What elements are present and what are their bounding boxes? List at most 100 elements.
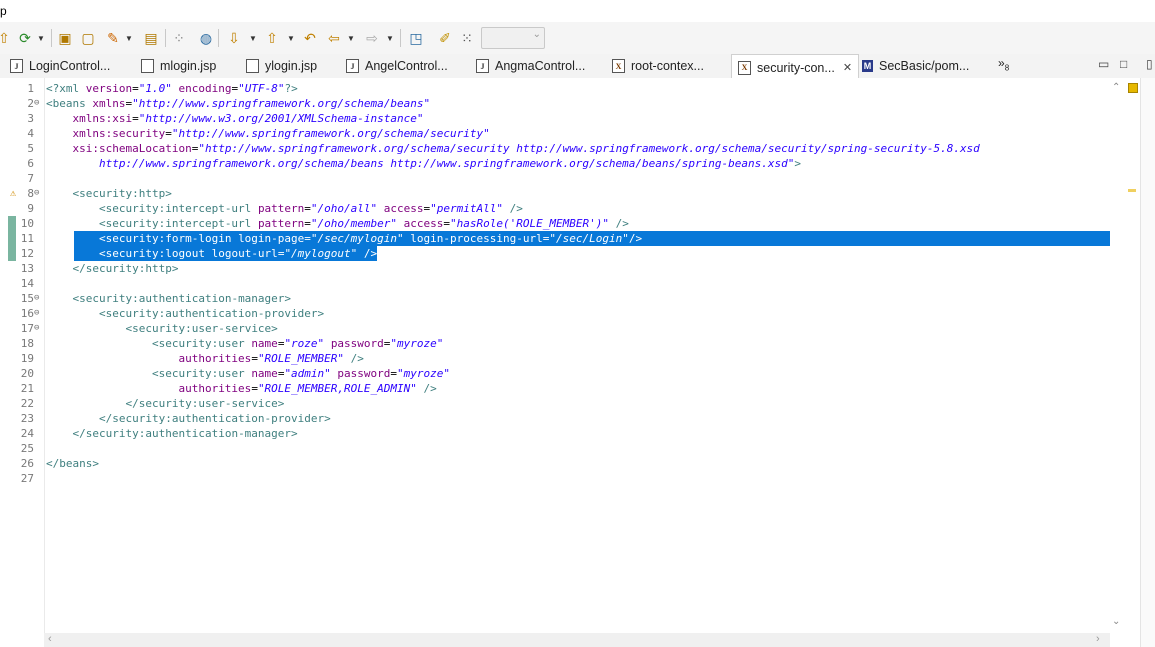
tab-security-context[interactable]: X security-con... ✕ — [731, 54, 860, 80]
last-edit-location-icon[interactable]: ↶ — [300, 28, 320, 48]
code-line[interactable]: 16 ⊖ <security:authentication-provider> — [0, 306, 1110, 321]
code-line[interactable]: 19 authorities="ROLE_MEMBER" /> — [0, 351, 1110, 366]
code-text: </security:authentication-provider> — [46, 411, 331, 426]
previous-annotation-dropdown-icon[interactable]: ▼ — [286, 28, 296, 48]
code-line[interactable]: 5 xsi:schemaLocation="http://www.springf… — [0, 141, 1110, 156]
code-line[interactable]: 10 <security:intercept-url pattern="/oho… — [0, 216, 1110, 231]
tab-mlogin-jsp[interactable]: mlogin.jsp — [141, 54, 216, 78]
token-attr: xmlns — [92, 97, 126, 110]
token-tag: <security:intercept-url — [98, 217, 258, 230]
code-line[interactable]: 12 <security:logout logout-url="/mylogou… — [0, 246, 1110, 261]
token-attr: xsi:schemaLocation — [72, 142, 192, 155]
maximize-icon[interactable]: □ — [1120, 57, 1127, 71]
tab-root-context[interactable]: X root-contex... — [612, 54, 704, 78]
code-line[interactable]: 20 <security:user name="admin" password=… — [0, 366, 1110, 381]
tab-angelcontroller[interactable]: J AngelControl... — [346, 54, 448, 78]
code-line[interactable]: 24 </security:authentication-manager> — [0, 426, 1110, 441]
tab-ylogin-jsp[interactable]: ylogin.jsp — [246, 54, 317, 78]
next-annotation-dropdown-icon[interactable]: ▼ — [248, 28, 258, 48]
token-tag: /> — [509, 202, 523, 215]
tab-angmacontroller[interactable]: J AngmaControl... — [476, 54, 585, 78]
pen-tool-icon[interactable]: ✐ — [437, 28, 453, 48]
grid-icon[interactable]: ⁙ — [459, 28, 475, 48]
next-annotation-icon[interactable]: ⇩ — [226, 28, 242, 48]
run-tool-dropdown-icon[interactable]: ▼ — [124, 28, 134, 48]
code-line[interactable]: ⚠ 8 ⊖ <security:http> — [0, 186, 1110, 201]
scroll-left-icon[interactable]: ‹ — [48, 633, 52, 645]
vertical-scrollbar[interactable]: ⌃ ⌄ — [1110, 78, 1125, 633]
token-attr: logout-url — [211, 247, 278, 260]
tab-label: root-contex... — [631, 59, 704, 73]
overflow-count: 8 — [1004, 63, 1010, 73]
perspective-combo[interactable]: ⌄ — [481, 27, 545, 49]
forward-dropdown-icon[interactable]: ▼ — [385, 28, 395, 48]
code-line[interactable]: 7 — [0, 171, 1110, 186]
code-line[interactable]: 15 ⊖ <security:authentication-manager> — [0, 291, 1110, 306]
main-toolbar: ⇧ ⟳ ▼ ▣ ▢ ✎ ▼ ▤ ⁘ ◍ ⇩ ▼ ⇧ ▼ ↶ ⇦ ▼ ⇨ ▼ ◳ … — [0, 22, 1155, 54]
warning-marker[interactable] — [1128, 189, 1136, 192]
token-tag: <security:logout — [98, 247, 212, 260]
code-line[interactable]: 25 — [0, 441, 1110, 456]
open-project-icon[interactable]: ▣ — [56, 28, 74, 48]
toggle-mark-icon[interactable]: ⁘ — [171, 28, 187, 48]
line-number: 12 — [20, 247, 34, 260]
line-number: 15 — [20, 292, 34, 305]
tab-overflow-button[interactable]: »8 — [998, 56, 1009, 72]
close-icon[interactable]: ✕ — [843, 61, 852, 74]
code-line[interactable]: 2 ⊖ <beans xmlns="http://www.springframewo… — [0, 96, 1110, 111]
code-line[interactable]: 27 — [0, 471, 1110, 486]
fold-toggle-icon[interactable]: ⊖ — [34, 321, 39, 336]
open-folder-icon[interactable]: ▢ — [79, 28, 97, 48]
fold-toggle-icon[interactable]: ⊖ — [34, 186, 39, 201]
code-line[interactable]: 22 </security:user-service> — [0, 396, 1110, 411]
code-line[interactable]: 6 http://www.springframework.org/schema/… — [0, 156, 1110, 171]
open-console-icon[interactable]: ◳ — [407, 28, 425, 48]
code-line[interactable]: 9 <security:intercept-url pattern="/oho/… — [0, 201, 1110, 216]
code-line[interactable]: 18 <security:user name="roze" password="… — [0, 336, 1110, 351]
code-line[interactable]: 3 xmlns:xsi="http://www.w3.org/2001/XMLS… — [0, 111, 1110, 126]
scroll-right-icon[interactable]: › — [1096, 633, 1100, 645]
fold-toggle-icon[interactable]: ⊖ — [34, 96, 39, 111]
code-line[interactable]: 14 — [0, 276, 1110, 291]
refresh-dropdown-icon[interactable]: ▼ — [36, 28, 46, 48]
back-arrow-icon[interactable]: ⇦ — [324, 28, 344, 48]
code-text: </security:http> — [46, 261, 179, 276]
previous-annotation-icon[interactable]: ⇧ — [264, 28, 280, 48]
xml-source-editor[interactable]: 1 <?xml version="1.0" encoding="UTF-8"?> 2… — [0, 78, 1125, 633]
token-tag: <security:http> — [72, 187, 172, 200]
fold-toggle-icon[interactable]: ⊖ — [34, 306, 39, 321]
code-line[interactable]: 4 xmlns:security="http://www.springframe… — [0, 126, 1110, 141]
minimize-icon[interactable]: ▭ — [1098, 57, 1109, 71]
forward-arrow-icon[interactable]: ⇨ — [362, 28, 382, 48]
fold-toggle-icon[interactable]: ⊖ — [34, 291, 39, 306]
code-line[interactable]: 21 authorities="ROLE_MEMBER,ROLE_ADMIN" … — [0, 381, 1110, 396]
refresh-icon[interactable]: ⟳ — [16, 28, 34, 48]
open-type-icon[interactable]: ▤ — [142, 28, 160, 48]
web-browser-icon[interactable]: ◍ — [197, 28, 215, 48]
line-number: 20 — [20, 367, 34, 380]
code-line[interactable]: 13 </security:http> — [0, 261, 1110, 276]
code-text: authorities="ROLE_MEMBER" /> — [46, 351, 363, 366]
back-dropdown-icon[interactable]: ▼ — [346, 28, 356, 48]
folder-up-icon[interactable]: ⇧ — [0, 28, 10, 48]
run-tool-icon[interactable]: ✎ — [104, 28, 122, 48]
code-line[interactable]: 26 </beans> — [0, 456, 1110, 471]
code-line[interactable]: 11 <security:form-login login-page="/sec… — [0, 231, 1110, 246]
restore-icon[interactable]: ▯ — [1146, 57, 1153, 71]
tab-secbasic-pom[interactable]: M SecBasic/pom... — [862, 54, 969, 78]
token-plain: = — [132, 82, 139, 95]
scroll-down-icon[interactable]: ⌄ — [1112, 616, 1120, 627]
scroll-up-icon[interactable]: ⌃ — [1112, 82, 1120, 93]
token-attr: pattern — [257, 217, 305, 230]
tab-logincontroller[interactable]: J LoginControl... — [10, 54, 110, 78]
token-val: "roze" — [284, 337, 325, 350]
overview-ruler[interactable] — [1125, 78, 1140, 633]
code-line[interactable]: 1 <?xml version="1.0" encoding="UTF-8"?> — [0, 81, 1110, 96]
horizontal-scrollbar[interactable]: ‹ › — [44, 633, 1110, 647]
code-line[interactable]: 17 ⊖ <security:user-service> — [0, 321, 1110, 336]
code-line[interactable]: 23 </security:authentication-provider> — [0, 411, 1110, 426]
warning-summary-icon[interactable] — [1128, 83, 1138, 93]
